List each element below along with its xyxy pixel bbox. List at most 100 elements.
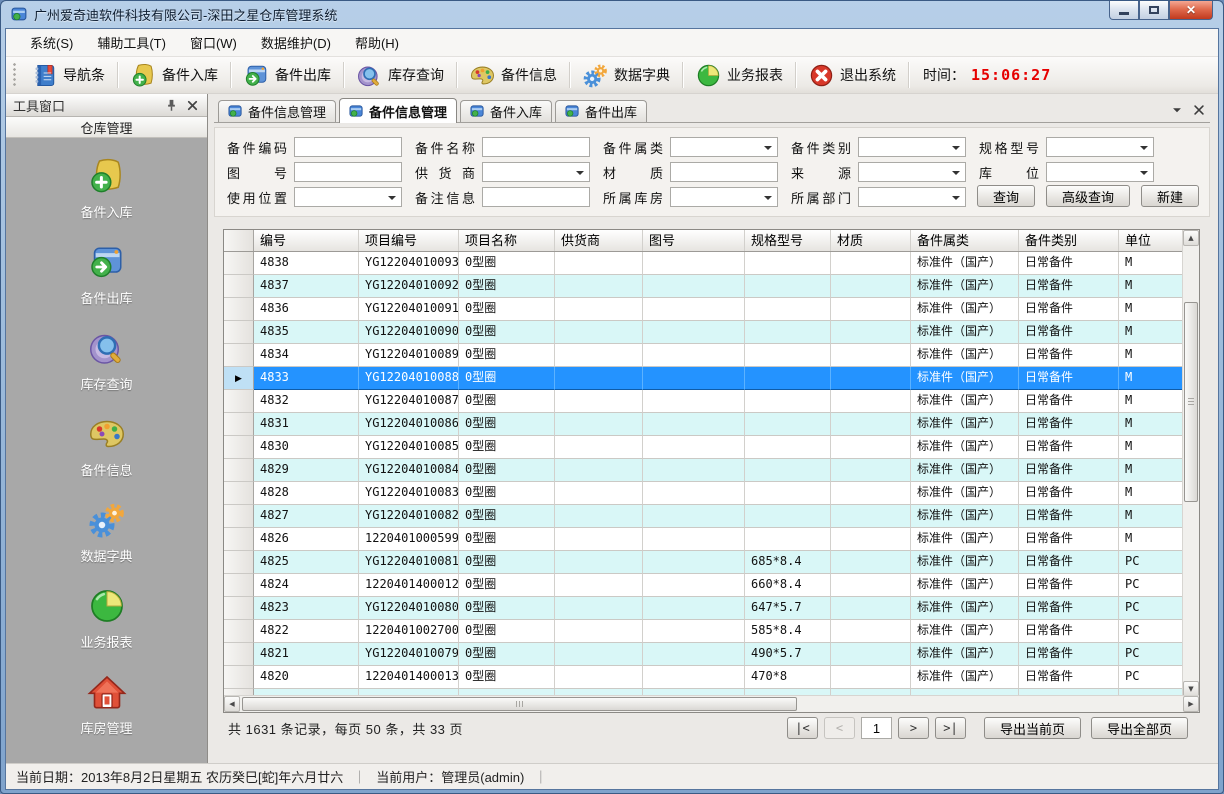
toolbar-button-exit-system[interactable]: 退出系统 [800, 59, 904, 92]
tab-parts-info-mgmt-1[interactable]: 备件信息管理 [218, 100, 336, 122]
sidebar-item-parts-in[interactable]: 备件入库 [6, 152, 207, 225]
table-row[interactable]: 4825YG122040100810型圈685*8.4标准件（国产）日常备件PC [224, 551, 1199, 574]
row-header-cell[interactable] [224, 482, 254, 505]
row-header-cell[interactable]: ▶ [224, 367, 254, 390]
row-header-cell[interactable] [224, 459, 254, 482]
export-all-pages-button[interactable]: 导出全部页 [1091, 717, 1188, 739]
column-header-material[interactable]: 材质 [831, 230, 911, 251]
table-row[interactable]: 4836YG122040100910型圈标准件（国产）日常备件M [224, 298, 1199, 321]
toolbar-button-business-report[interactable]: 业务报表 [687, 59, 791, 92]
row-header-cell[interactable] [224, 574, 254, 597]
row-header-cell[interactable] [224, 620, 254, 643]
material-input[interactable] [670, 162, 778, 182]
row-header-cell[interactable] [224, 390, 254, 413]
next-page-button[interactable]: > [898, 717, 929, 739]
menu-item-system[interactable]: 系统(S) [18, 28, 85, 57]
table-row[interactable]: 4835YG122040100900型圈标准件（国产）日常备件M [224, 321, 1199, 344]
table-row[interactable]: 4834YG122040100890型圈标准件（国产）日常备件M [224, 344, 1199, 367]
table-row[interactable]: 4821YG122040100790型圈490*5.7标准件（国产）日常备件PC [224, 643, 1199, 666]
column-header-project_name[interactable]: 项目名称 [459, 230, 555, 251]
table-row[interactable]: 4837YG122040100920型圈标准件（国产）日常备件M [224, 275, 1199, 298]
table-row[interactable]: 482012204014000130型圈470*8标准件（国产）日常备件PC [224, 666, 1199, 689]
column-header-drawing_no[interactable]: 图号 [643, 230, 745, 251]
scroll-right-icon[interactable]: ▶ [1183, 696, 1199, 712]
minimize-button[interactable] [1109, 1, 1139, 20]
toolbar-button-nav-bar[interactable]: 导航条 [23, 59, 113, 92]
table-row[interactable]: ▶4833YG122040100880型圈标准件（国产）日常备件M [224, 367, 1199, 390]
menu-item-data-maintenance[interactable]: 数据维护(D) [249, 28, 343, 57]
column-header-type[interactable]: 备件类别 [1019, 230, 1119, 251]
column-header-supplier[interactable]: 供货商 [555, 230, 643, 251]
sidebar-item-warehouse-mgmt[interactable]: 库房管理 [6, 668, 207, 741]
maximize-button[interactable] [1139, 1, 1169, 20]
new-button[interactable]: 新建 [1141, 185, 1199, 207]
horizontal-scroll-thumb[interactable] [242, 697, 797, 711]
row-header-cell[interactable] [224, 528, 254, 551]
spec-model-select[interactable] [1046, 137, 1154, 157]
row-header-cell[interactable] [224, 298, 254, 321]
column-header-project_code[interactable]: 项目编号 [359, 230, 459, 251]
page-number-input[interactable] [861, 717, 892, 739]
menu-item-window[interactable]: 窗口(W) [178, 28, 249, 57]
toolbar-button-data-dictionary[interactable]: 数据字典 [574, 59, 678, 92]
close-button[interactable]: ✕ [1169, 1, 1213, 20]
row-header-cell[interactable] [224, 666, 254, 689]
table-row[interactable]: 4838YG122040100930型圈标准件（国产）日常备件M [224, 252, 1199, 275]
toolbar-button-parts-in[interactable]: 备件入库 [122, 59, 226, 92]
part-type-select[interactable] [858, 137, 966, 157]
row-header-cell[interactable] [224, 275, 254, 298]
table-row[interactable]: 482612204010005990型圈标准件（国产）日常备件M [224, 528, 1199, 551]
table-row[interactable]: 4827YG122040100820型圈标准件（国产）日常备件M [224, 505, 1199, 528]
drawing-no-input[interactable] [294, 162, 402, 182]
column-header-unit[interactable]: 单位 [1119, 230, 1184, 251]
column-header-category[interactable]: 备件属类 [911, 230, 1019, 251]
row-header-cell[interactable] [224, 597, 254, 620]
toolbar-button-inventory-query[interactable]: 库存查询 [348, 59, 452, 92]
row-header-cell[interactable] [224, 436, 254, 459]
advanced-query-button[interactable]: 高级查询 [1046, 185, 1130, 207]
vertical-scroll-thumb[interactable] [1184, 302, 1198, 502]
last-page-button[interactable]: >| [935, 717, 966, 739]
prev-page-button[interactable]: < [824, 717, 855, 739]
row-header-cell[interactable] [224, 505, 254, 528]
pin-icon[interactable] [164, 98, 179, 113]
tab-list-chevron-down-icon[interactable] [1170, 103, 1184, 117]
toolbar-button-parts-out[interactable]: 备件出库 [235, 59, 339, 92]
horizontal-scrollbar[interactable]: ◀ ▶ [224, 695, 1199, 712]
toolbar-button-parts-info[interactable]: 备件信息 [461, 59, 565, 92]
use-position-select[interactable] [294, 187, 402, 207]
table-row[interactable]: 4832YG122040100870型圈标准件（国产）日常备件M [224, 390, 1199, 413]
export-current-page-button[interactable]: 导出当前页 [984, 717, 1081, 739]
scroll-left-icon[interactable]: ◀ [224, 696, 240, 712]
remark-input[interactable] [482, 187, 590, 207]
tab-parts-info-mgmt-2[interactable]: 备件信息管理 [339, 98, 457, 123]
table-row[interactable]: 4823YG122040100800型圈647*5.7标准件（国产）日常备件PC [224, 597, 1199, 620]
table-row[interactable]: 4828YG122040100830型圈标准件（国产）日常备件M [224, 482, 1199, 505]
department-select[interactable] [858, 187, 966, 207]
table-row[interactable]: 4831YG122040100860型圈标准件（国产）日常备件M [224, 413, 1199, 436]
sidebar-item-inventory-query[interactable]: 库存查询 [6, 324, 207, 397]
table-row[interactable]: 4829YG122040100840型圈标准件（国产）日常备件M [224, 459, 1199, 482]
table-row[interactable]: 482412204014000120型圈660*8.4标准件（国产）日常备件PC [224, 574, 1199, 597]
tab-close-icon[interactable] [1192, 103, 1206, 117]
sidebar-item-parts-info[interactable]: 备件信息 [6, 410, 207, 483]
column-header-id[interactable]: 编号 [254, 230, 359, 251]
query-button[interactable]: 查询 [977, 185, 1035, 207]
source-select[interactable] [858, 162, 966, 182]
toolbar-grip-icon[interactable] [12, 62, 17, 88]
sidebar-item-data-dictionary[interactable]: 数据字典 [6, 496, 207, 569]
scroll-up-icon[interactable]: ▲ [1183, 230, 1199, 246]
menu-item-help[interactable]: 帮助(H) [343, 28, 411, 57]
part-name-input[interactable] [482, 137, 590, 157]
menu-item-aux-tools[interactable]: 辅助工具(T) [85, 28, 178, 57]
row-header-cell[interactable] [224, 321, 254, 344]
sidebar-item-business-report[interactable]: 业务报表 [6, 582, 207, 655]
dock-close-icon[interactable] [185, 98, 200, 113]
table-row[interactable]: 4830YG122040100850型圈标准件（国产）日常备件M [224, 436, 1199, 459]
part-code-input[interactable] [294, 137, 402, 157]
row-header-cell[interactable] [224, 413, 254, 436]
location-select[interactable] [1046, 162, 1154, 182]
tab-parts-in[interactable]: 备件入库 [460, 100, 552, 122]
row-header-cell[interactable] [224, 252, 254, 275]
vertical-scrollbar[interactable]: ▲ ▼ [1182, 230, 1199, 697]
